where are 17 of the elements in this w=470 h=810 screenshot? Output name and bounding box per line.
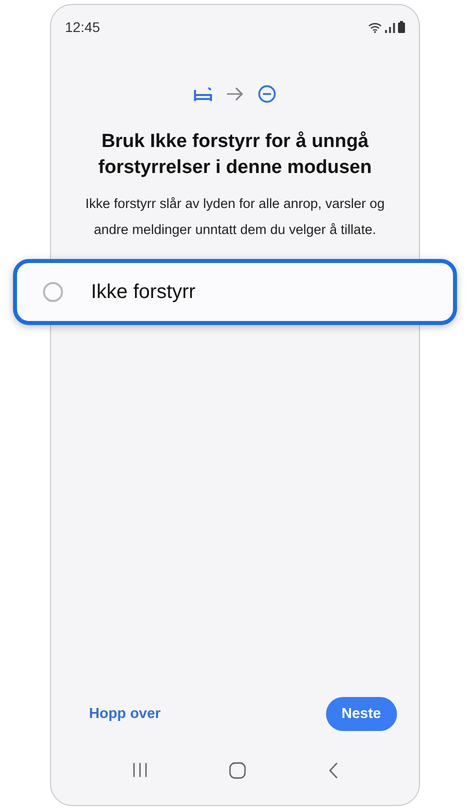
bed-icon — [194, 86, 212, 102]
description-text: Ikke forstyrr slår av lyden for alle anrop, varsler og andre meldinger unntatt dem du velger å tillate. — [84, 195, 386, 239]
next-button[interactable]: Neste — [326, 697, 397, 731]
signal-icon — [385, 22, 395, 32]
status-time: 12:45 — [65, 19, 100, 35]
option-label: Ikke forstyrr — [91, 280, 196, 304]
wifi-icon — [368, 22, 382, 32]
back-icon[interactable] — [328, 762, 338, 778]
dialog-title: Bruk Ikke forstyrr for å unngå forstyrrelser i denne modusen — [97, 130, 373, 180]
battery-icon — [398, 21, 405, 33]
option-card[interactable]: Ikke forstyrr — [13, 259, 457, 325]
arrow-icon — [226, 87, 244, 101]
radio-button[interactable] — [43, 282, 63, 302]
skip-button[interactable]: Hopp over — [87, 702, 163, 726]
minus-circle-icon — [258, 85, 276, 103]
recent-apps-icon[interactable] — [132, 762, 148, 778]
home-icon[interactable] — [229, 762, 246, 778]
